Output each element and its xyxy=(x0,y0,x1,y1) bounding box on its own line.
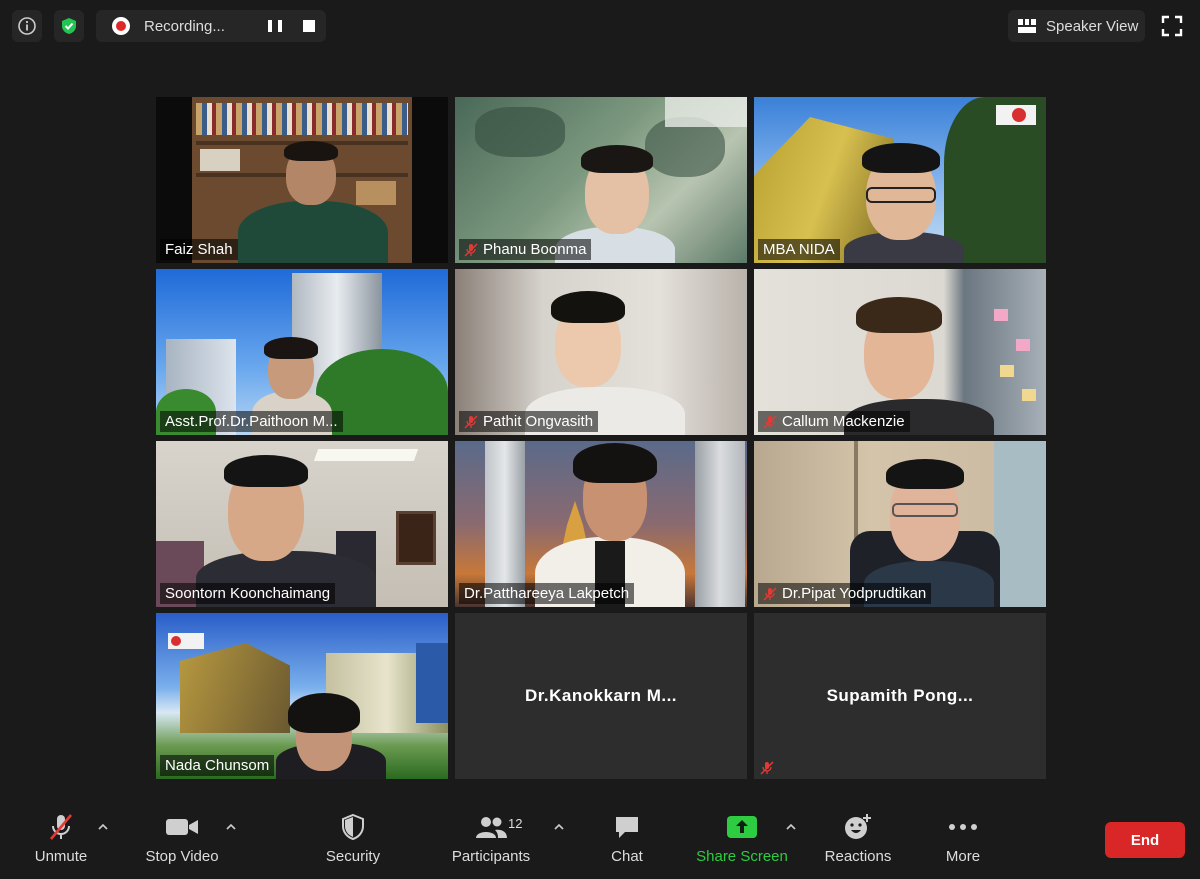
muted-mic-icon xyxy=(760,761,774,775)
participant-name-tag: MBA NIDA xyxy=(758,239,840,260)
participant-name: Soontorn Koonchaimang xyxy=(165,585,331,602)
speaker-view-button[interactable]: Speaker View xyxy=(1008,10,1145,42)
participant-name: Supamith Pong... xyxy=(826,686,974,705)
participant-name-tag: Dr.Patthareeya Lakpetch xyxy=(459,583,635,604)
participant-name-tag: Phanu Boonma xyxy=(459,239,592,260)
security-label: Security xyxy=(325,848,381,865)
unmute-button[interactable]: Unmute xyxy=(6,812,116,865)
pause-recording-button[interactable] xyxy=(268,20,282,32)
stop-video-button[interactable]: Stop Video xyxy=(127,812,237,865)
video-camera-icon xyxy=(166,819,198,835)
participants-icon xyxy=(476,817,507,838)
video-tile-faiz-shah[interactable]: Faiz Shah xyxy=(156,97,448,263)
participants-label: Participants xyxy=(451,848,531,865)
muted-mic-icon xyxy=(464,242,478,257)
more-button[interactable]: More xyxy=(908,812,1018,865)
meeting-toolbar: Unmute Stop Video Security 12 Participan… xyxy=(0,800,1200,879)
muted-mic-icon xyxy=(763,414,777,429)
participant-name: Asst.Prof.Dr.Paithoon M... xyxy=(165,413,338,430)
participants-count: 12 xyxy=(508,816,523,831)
unmute-label: Unmute xyxy=(34,848,88,865)
reactions-button[interactable]: Reactions xyxy=(803,812,913,865)
chevron-up-icon[interactable] xyxy=(226,822,236,832)
speaker-view-label: Speaker View xyxy=(1046,17,1139,35)
shield-check-icon xyxy=(62,18,76,34)
video-tile-pathit-ongvasith[interactable]: Pathit Ongvasith xyxy=(455,269,747,435)
meeting-info-button[interactable] xyxy=(12,10,42,42)
participant-name-tag: Dr.Pipat Yodprudtikan xyxy=(758,583,932,604)
encryption-shield-button[interactable] xyxy=(54,10,84,42)
participant-name: Dr.Patthareeya Lakpetch xyxy=(464,585,630,602)
muted-mic-icon xyxy=(464,414,478,429)
smiley-plus-icon xyxy=(845,814,871,839)
info-icon xyxy=(18,17,36,35)
participant-name: Dr.Pipat Yodprudtikan xyxy=(782,585,927,602)
video-tile-patthareeya[interactable]: Dr.Patthareeya Lakpetch xyxy=(455,441,747,607)
participant-name-tag: Faiz Shah xyxy=(160,239,238,260)
fullscreen-icon xyxy=(1161,15,1183,37)
chat-button[interactable]: Chat xyxy=(572,812,682,865)
stop-recording-button[interactable] xyxy=(303,20,315,32)
participant-name: Callum Mackenzie xyxy=(782,413,905,430)
chat-bubble-icon xyxy=(616,817,638,838)
chevron-up-icon[interactable] xyxy=(98,822,108,832)
video-tile-kanokkarn[interactable]: Dr.Kanokkarn M... xyxy=(455,613,747,779)
share-screen-icon xyxy=(727,816,757,838)
chevron-up-icon[interactable] xyxy=(554,822,564,832)
more-label: More xyxy=(945,848,981,865)
participant-name: Pathit Ongvasith xyxy=(483,413,594,430)
video-tile-supamith[interactable]: Supamith Pong... xyxy=(754,613,1046,779)
participant-name-tag: Callum Mackenzie xyxy=(758,411,910,432)
stop-video-label: Stop Video xyxy=(145,848,219,865)
video-tile-paithoon[interactable]: Asst.Prof.Dr.Paithoon M... xyxy=(156,269,448,435)
video-tile-callum-mackenzie[interactable]: Callum Mackenzie xyxy=(754,269,1046,435)
end-meeting-button[interactable]: End xyxy=(1105,822,1185,858)
speaker-view-icon xyxy=(1018,19,1036,33)
chat-label: Chat xyxy=(611,848,643,865)
participant-name: Faiz Shah xyxy=(165,241,233,258)
share-screen-button[interactable]: Share Screen xyxy=(687,812,797,865)
participant-name-tag: Pathit Ongvasith xyxy=(459,411,599,432)
muted-mic-icon xyxy=(50,814,72,840)
more-dots-icon xyxy=(949,824,977,830)
video-tile-phanu-boonma[interactable]: Phanu Boonma xyxy=(455,97,747,263)
participant-name: Nada Chunsom xyxy=(165,757,270,774)
fullscreen-button[interactable] xyxy=(1160,14,1184,38)
participant-name: Dr.Kanokkarn M... xyxy=(524,686,678,705)
recording-label: Recording... xyxy=(144,17,225,35)
participant-name: Phanu Boonma xyxy=(483,241,587,258)
participant-name-tag: Soontorn Koonchaimang xyxy=(160,583,336,604)
security-button[interactable]: Security xyxy=(298,812,408,865)
shield-icon xyxy=(342,813,364,841)
video-tile-mba-nida[interactable]: MBA NIDA xyxy=(754,97,1046,263)
reactions-label: Reactions xyxy=(824,848,892,865)
chevron-up-icon[interactable] xyxy=(786,822,796,832)
share-screen-label: Share Screen xyxy=(696,848,788,865)
participant-name-tag: Nada Chunsom xyxy=(160,755,275,776)
participants-button[interactable]: 12 Participants xyxy=(436,812,546,865)
video-tile-soontorn[interactable]: Soontorn Koonchaimang xyxy=(156,441,448,607)
top-bar: Recording... Speaker View xyxy=(0,0,1200,52)
participant-name: MBA NIDA xyxy=(763,241,835,258)
muted-mic-icon xyxy=(763,586,777,601)
video-tile-nada-chunsom[interactable]: Nada Chunsom xyxy=(156,613,448,779)
participant-name-tag: Asst.Prof.Dr.Paithoon M... xyxy=(160,411,343,432)
recording-indicator: Recording... xyxy=(96,10,326,42)
video-tile-pipat-yodprudtikan[interactable]: Dr.Pipat Yodprudtikan xyxy=(754,441,1046,607)
recording-dot-icon xyxy=(112,17,130,35)
